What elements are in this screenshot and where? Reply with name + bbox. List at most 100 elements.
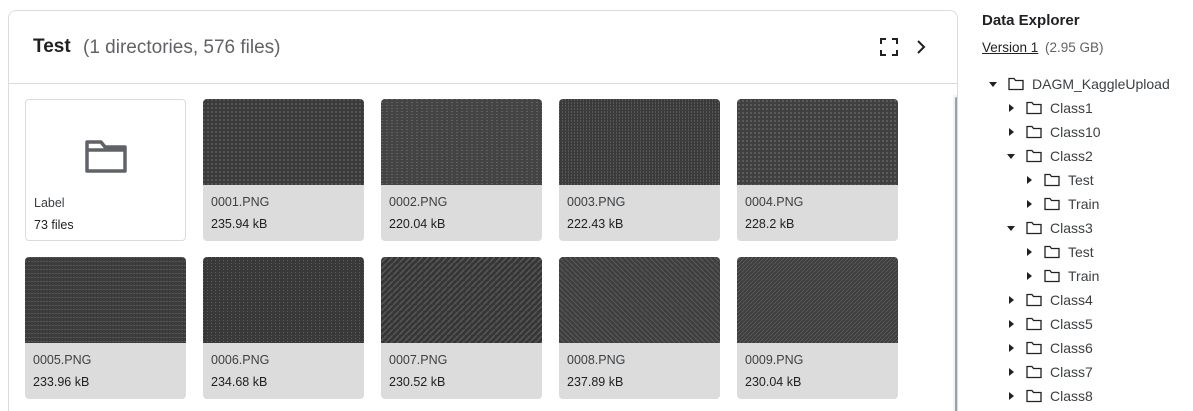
tree-item[interactable]: Class7: [1006, 360, 1093, 384]
file-card[interactable]: 0009.PNG 230.04 kB: [737, 257, 898, 399]
tree-item[interactable]: Class5: [1006, 312, 1093, 336]
file-name: 0006.PNG: [211, 353, 270, 367]
tree-item-label: Class6: [1050, 340, 1093, 356]
image-thumbnail: [737, 99, 898, 185]
image-thumbnail: [381, 99, 542, 185]
panel-header: Test (1 directories, 576 files): [9, 11, 957, 84]
tree-item[interactable]: DAGM_KaggleUpload: [988, 72, 1170, 96]
panel-subtitle: (1 directories, 576 files): [83, 37, 281, 58]
folder-card-label[interactable]: Label 73 files: [25, 99, 186, 241]
file-size: 237.89 kB: [567, 375, 624, 389]
caret-right-icon[interactable]: [1024, 247, 1034, 257]
tree-item-label: Class2: [1050, 148, 1093, 164]
folder-icon: [1026, 125, 1042, 139]
caret-down-icon[interactable]: [1006, 151, 1016, 161]
folder-icon: [1044, 197, 1060, 211]
tree-item[interactable]: Test: [1024, 168, 1094, 192]
tree-item[interactable]: Train: [1024, 192, 1099, 216]
caret-right-icon[interactable]: [1006, 295, 1016, 305]
image-thumbnail: [203, 257, 364, 343]
file-size: 222.43 kB: [567, 217, 624, 231]
tree-item-label: Class7: [1050, 364, 1093, 380]
tree-item-label: Class1: [1050, 100, 1093, 116]
file-name: 0007.PNG: [389, 353, 448, 367]
folder-icon: [1026, 101, 1042, 115]
file-card[interactable]: 0007.PNG 230.52 kB: [381, 257, 542, 399]
tree-item[interactable]: Class8: [1006, 384, 1093, 408]
caret-right-icon[interactable]: [1006, 103, 1016, 113]
file-info: [203, 185, 364, 241]
image-thumbnail: [559, 99, 720, 185]
file-size: 230.04 kB: [745, 375, 802, 389]
scrollbar-thumb[interactable]: [955, 97, 957, 411]
file-card[interactable]: 0006.PNG 234.68 kB: [203, 257, 364, 399]
folder-icon: [1026, 341, 1042, 355]
caret-right-icon[interactable]: [1024, 199, 1034, 209]
folder-icon: [1044, 173, 1060, 187]
folder-icon: [1008, 77, 1024, 91]
file-card[interactable]: 0002.PNG 220.04 kB: [381, 99, 542, 241]
caret-right-icon[interactable]: [1006, 391, 1016, 401]
image-thumbnail: [203, 99, 364, 185]
file-info: [559, 185, 720, 241]
tree-item[interactable]: Train: [1024, 264, 1099, 288]
tree-item[interactable]: Class4: [1006, 288, 1093, 312]
file-size: 233.96 kB: [33, 375, 90, 389]
folder-icon: [1026, 365, 1042, 379]
file-info: [203, 343, 364, 399]
chevron-right-icon[interactable]: [909, 35, 933, 59]
tree-item[interactable]: Class6: [1006, 336, 1093, 360]
tree-item-label: Test: [1068, 244, 1094, 260]
caret-down-icon[interactable]: [988, 79, 998, 89]
tree-item-label: Class8: [1050, 388, 1093, 404]
caret-right-icon[interactable]: [1006, 367, 1016, 377]
folder-count: 73 files: [34, 218, 74, 232]
file-name: 0004.PNG: [745, 195, 804, 209]
tree-item-label: Train: [1068, 196, 1100, 212]
explorer-title: Data Explorer: [982, 12, 1080, 29]
file-size: 220.04 kB: [389, 217, 446, 231]
file-card[interactable]: 0001.PNG 235.94 kB: [203, 99, 364, 241]
folder-icon: [1026, 293, 1042, 307]
tree-item-label: Test: [1068, 172, 1094, 188]
file-card[interactable]: 0005.PNG 233.96 kB: [25, 257, 186, 399]
caret-right-icon[interactable]: [1006, 343, 1016, 353]
image-thumbnail: [737, 257, 898, 343]
file-info: [737, 343, 898, 399]
tree-item-label: DAGM_KaggleUpload: [1032, 76, 1170, 92]
file-size: 228.2 kB: [745, 217, 795, 231]
tree-item[interactable]: Class3: [1006, 216, 1093, 240]
tree-item-label: Class4: [1050, 292, 1093, 308]
caret-right-icon[interactable]: [1024, 175, 1034, 185]
version-link[interactable]: Version 1: [982, 40, 1038, 55]
tree-item-label: Class5: [1050, 316, 1093, 332]
file-size: 230.52 kB: [389, 375, 446, 389]
tree-item[interactable]: Class2: [1006, 144, 1093, 168]
tree-item-label: Class10: [1050, 124, 1101, 140]
fullscreen-icon[interactable]: [877, 35, 901, 59]
folder-icon: [84, 138, 128, 174]
file-info: [737, 185, 898, 241]
caret-right-icon[interactable]: [1024, 271, 1034, 281]
file-name: 0005.PNG: [33, 353, 92, 367]
data-explorer: Data Explorer Version 1 (2.95 GB) DAGM_K…: [982, 0, 1193, 411]
tree-item-label: Class3: [1050, 220, 1093, 236]
file-name: 0001.PNG: [211, 195, 270, 209]
caret-down-icon[interactable]: [1006, 223, 1016, 233]
caret-right-icon[interactable]: [1006, 127, 1016, 137]
file-name: 0009.PNG: [745, 353, 804, 367]
file-name: 0002.PNG: [389, 195, 448, 209]
file-card[interactable]: 0004.PNG 228.2 kB: [737, 99, 898, 241]
file-card[interactable]: 0003.PNG 222.43 kB: [559, 99, 720, 241]
file-card[interactable]: 0008.PNG 237.89 kB: [559, 257, 720, 399]
file-size: 235.94 kB: [211, 217, 268, 231]
caret-right-icon[interactable]: [1006, 319, 1016, 329]
tree-item[interactable]: Test: [1024, 240, 1094, 264]
tree-item[interactable]: Class1: [1006, 96, 1093, 120]
tree-item[interactable]: Class10: [1006, 120, 1101, 144]
folder-icon: [1026, 221, 1042, 235]
image-thumbnail: [559, 257, 720, 343]
tree-item-label: Train: [1068, 268, 1100, 284]
file-info: [381, 185, 542, 241]
folder-name: Label: [34, 196, 65, 210]
